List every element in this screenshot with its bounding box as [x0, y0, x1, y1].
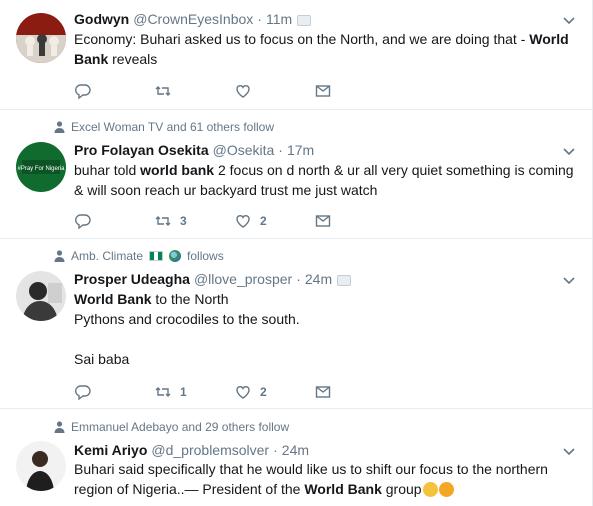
avatar-osekita[interactable]: #Pray For Nigeria: [16, 142, 66, 192]
message-button[interactable]: [314, 212, 394, 230]
highlight-term: world bank: [140, 162, 215, 178]
retweet-count: 1: [180, 385, 187, 399]
person-icon: [54, 121, 65, 133]
timeline-feed: Godwyn @CrownEyesInbox · 11m Economy: Bu…: [0, 0, 593, 506]
heart-icon: [236, 215, 250, 228]
like-button[interactable]: 2: [234, 212, 314, 230]
tweet-actions: 1 2: [74, 382, 394, 402]
separator-dot: ·: [278, 142, 283, 158]
social-context-text[interactable]: Excel Woman TV and 61 others follow: [71, 120, 274, 134]
tweet-4[interactable]: Emmanuel Adebayo and 29 others follow Ke…: [0, 409, 592, 506]
reply-icon: [75, 214, 91, 230]
social-context-text[interactable]: Emmanuel Adebayo and 29 others follow: [71, 420, 289, 434]
user-handle[interactable]: @d_problemsolver: [151, 442, 269, 458]
user-handle[interactable]: @llove_prosper: [194, 271, 292, 287]
angry-face-icon: [438, 482, 454, 497]
reply-icon: [75, 84, 91, 100]
display-name[interactable]: Kemi Ariyo: [74, 442, 147, 458]
envelope-icon: [315, 215, 331, 227]
person-icon: [54, 250, 65, 262]
like-button[interactable]: 2: [234, 383, 314, 401]
tweet-1[interactable]: Godwyn @CrownEyesInbox · 11m Economy: Bu…: [0, 0, 592, 110]
avatar-prosper[interactable]: [16, 271, 66, 321]
display-name[interactable]: Pro Folayan Osekita: [74, 142, 209, 158]
tweet-header: Kemi Ariyo @d_problemsolver · 24m: [74, 441, 309, 459]
relieved-face-icon: [422, 482, 438, 497]
reply-button[interactable]: [74, 82, 154, 100]
user-handle[interactable]: @Osekita: [213, 142, 275, 158]
social-context: Emmanuel Adebayo and 29 others follow: [54, 419, 289, 435]
person-icon: [54, 421, 65, 433]
retweet-button[interactable]: 3: [154, 212, 234, 230]
retweet-count: 3: [180, 214, 187, 228]
message-button[interactable]: [314, 82, 394, 100]
tweet-3[interactable]: Amb. Climate follows Prosper Udeagha @ll…: [0, 239, 592, 409]
media-badge-icon: [337, 274, 352, 286]
display-name[interactable]: Prosper Udeagha: [74, 271, 190, 287]
highlight-term: World Bank: [304, 481, 382, 497]
social-context: Excel Woman TV and 61 others follow: [54, 119, 274, 135]
retweet-icon: [155, 216, 171, 226]
message-button[interactable]: [314, 383, 394, 401]
heart-icon: [236, 85, 250, 98]
timestamp[interactable]: 24m: [282, 442, 309, 458]
nigeria-flag-icon: [149, 251, 164, 261]
like-count: 2: [260, 214, 267, 228]
retweet-button[interactable]: 1: [154, 383, 234, 401]
tweet-header: Prosper Udeagha @llove_prosper · 24m: [74, 270, 352, 288]
reply-icon: [75, 385, 91, 401]
chevron-down-icon[interactable]: [562, 13, 576, 27]
retweet-icon: [155, 387, 171, 397]
tweet-header: Pro Folayan Osekita @Osekita · 17m: [74, 141, 314, 159]
tweet-actions: 3 2: [74, 211, 394, 231]
user-handle[interactable]: @CrownEyesInbox: [133, 11, 253, 27]
tweet-text: Economy: Buhari asked us to focus on the…: [74, 31, 569, 67]
tweet-2[interactable]: Excel Woman TV and 61 others follow #Pra…: [0, 110, 592, 239]
separator-dot: ·: [296, 271, 301, 287]
tweet-actions: [74, 81, 394, 101]
avatar-kemi[interactable]: [16, 441, 66, 491]
social-context: Amb. Climate follows: [54, 248, 224, 264]
tweet-text: Buhari said specifically that he would l…: [74, 461, 548, 497]
chevron-down-icon[interactable]: [562, 273, 576, 287]
like-button[interactable]: [234, 82, 314, 100]
envelope-icon: [315, 386, 331, 398]
globe-icon: [169, 250, 182, 262]
social-context-text[interactable]: Amb. Climate: [71, 249, 143, 263]
tweet-text: World Bank to the North Pythons and croc…: [74, 291, 300, 367]
avatar-caption: #Pray For Nigeria: [17, 166, 65, 172]
avatar-godwyn[interactable]: [16, 13, 66, 63]
timestamp[interactable]: 24m: [305, 271, 332, 287]
tweet-text: buhar told world bank 2 focus on d north…: [74, 162, 574, 198]
media-badge-icon: [297, 14, 312, 26]
reply-button[interactable]: [74, 383, 154, 401]
timestamp[interactable]: 17m: [287, 142, 314, 158]
reply-button[interactable]: [74, 212, 154, 230]
separator-dot: ·: [257, 11, 262, 27]
chevron-down-icon[interactable]: [562, 144, 576, 158]
envelope-icon: [315, 85, 331, 97]
highlight-term: World Bank: [74, 291, 152, 307]
retweet-button[interactable]: [154, 82, 234, 100]
like-count: 2: [260, 385, 267, 399]
retweet-icon: [155, 86, 171, 96]
timestamp[interactable]: 11m: [266, 11, 292, 27]
chevron-down-icon[interactable]: [562, 444, 576, 458]
separator-dot: ·: [273, 442, 278, 458]
social-context-suffix: follows: [187, 249, 224, 263]
tweet-header: Godwyn @CrownEyesInbox · 11m: [74, 10, 312, 28]
display-name[interactable]: Godwyn: [74, 11, 129, 27]
heart-icon: [236, 386, 250, 399]
